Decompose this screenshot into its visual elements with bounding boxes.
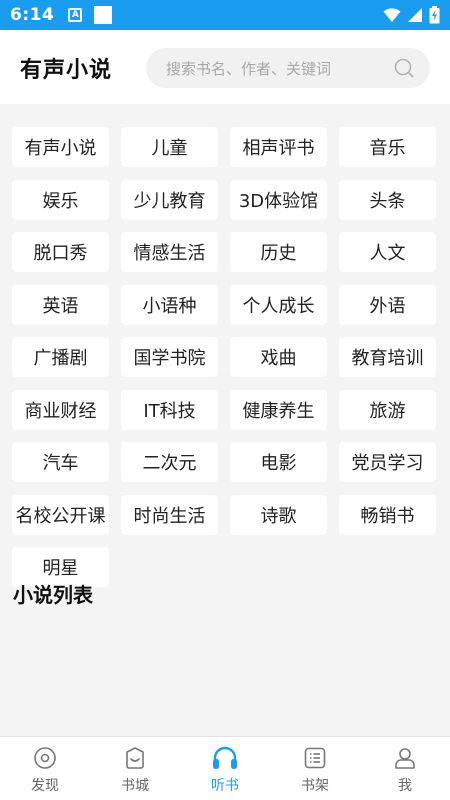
category-button[interactable]: 汽车 (12, 442, 109, 482)
category-button[interactable]: 儿童 (121, 127, 218, 167)
category-button[interactable]: 小语种 (121, 285, 218, 325)
nav-item-bookshelf[interactable]: 书架 (270, 737, 360, 800)
category-button[interactable]: 人文 (339, 232, 436, 272)
section-title: 小说列表 (13, 583, 93, 607)
bookshelf-icon (304, 747, 326, 769)
wifi-icon (383, 8, 401, 22)
category-button[interactable]: 少儿教育 (121, 180, 218, 220)
status-bar: 6:14 A (0, 0, 450, 30)
notification-square-icon (94, 6, 113, 24)
category-button[interactable]: 旅游 (339, 390, 436, 430)
search-placeholder: 搜索书名、作者、关键词 (166, 59, 332, 78)
category-button[interactable]: 3D体验馆 (230, 180, 327, 220)
category-button[interactable]: 有声小说 (12, 127, 109, 167)
category-button[interactable]: 党员学习 (339, 442, 436, 482)
nav-item-bookstore[interactable]: 书城 (90, 737, 180, 800)
category-button[interactable]: 外语 (339, 285, 436, 325)
signal-icon (408, 8, 422, 22)
nav-label-bookshelf: 书架 (301, 778, 329, 794)
category-button[interactable]: 英语 (12, 285, 109, 325)
category-button[interactable]: 历史 (230, 232, 327, 272)
category-button[interactable]: 二次元 (121, 442, 218, 482)
nav-item-listen[interactable]: 听书 (180, 737, 270, 800)
nav-label-bookstore: 书城 (121, 778, 149, 794)
search-input[interactable]: 搜索书名、作者、关键词 (146, 48, 430, 88)
nav-label-discover: 发现 (31, 778, 59, 794)
category-button[interactable]: 广播剧 (12, 337, 109, 377)
category-button[interactable]: 时尚生活 (121, 495, 218, 535)
status-time: 6:14 (10, 5, 55, 25)
nav-label-profile: 我 (398, 778, 412, 794)
category-button[interactable]: 健康养生 (230, 390, 327, 430)
notification-a-icon: A (68, 8, 83, 22)
header: 有声小说 搜索书名、作者、关键词 (0, 30, 450, 104)
bottom-nav: 发现 书城 听书 书架 我 (0, 736, 450, 800)
category-button[interactable]: 诗歌 (230, 495, 327, 535)
search-icon[interactable] (394, 58, 414, 78)
page-title: 有声小说 (20, 58, 113, 83)
category-button[interactable]: 头条 (339, 180, 436, 220)
battery-icon (429, 6, 440, 24)
category-button[interactable]: 个人成长 (230, 285, 327, 325)
category-button[interactable]: 音乐 (339, 127, 436, 167)
nav-item-discover[interactable]: 发现 (0, 737, 90, 800)
category-button[interactable]: 教育培训 (339, 337, 436, 377)
bookstore-icon (126, 747, 144, 769)
profile-icon (395, 748, 415, 769)
nav-label-listen: 听书 (211, 778, 239, 794)
category-button[interactable]: 商业财经 (12, 390, 109, 430)
nav-item-profile[interactable]: 我 (360, 737, 450, 800)
category-button[interactable]: 国学书院 (121, 337, 218, 377)
status-indicators (383, 6, 440, 24)
category-button[interactable]: 脱口秀 (12, 232, 109, 272)
compass-icon (34, 747, 56, 769)
category-button[interactable]: 电影 (230, 442, 327, 482)
category-button[interactable]: 畅销书 (339, 495, 436, 535)
category-button[interactable]: IT科技 (121, 390, 218, 430)
category-button[interactable]: 娱乐 (12, 180, 109, 220)
category-button[interactable]: 戏曲 (230, 337, 327, 377)
headphones-icon (213, 746, 237, 769)
category-button[interactable]: 情感生活 (121, 232, 218, 272)
category-button[interactable]: 相声评书 (230, 127, 327, 167)
category-button[interactable]: 名校公开课 (12, 495, 109, 535)
